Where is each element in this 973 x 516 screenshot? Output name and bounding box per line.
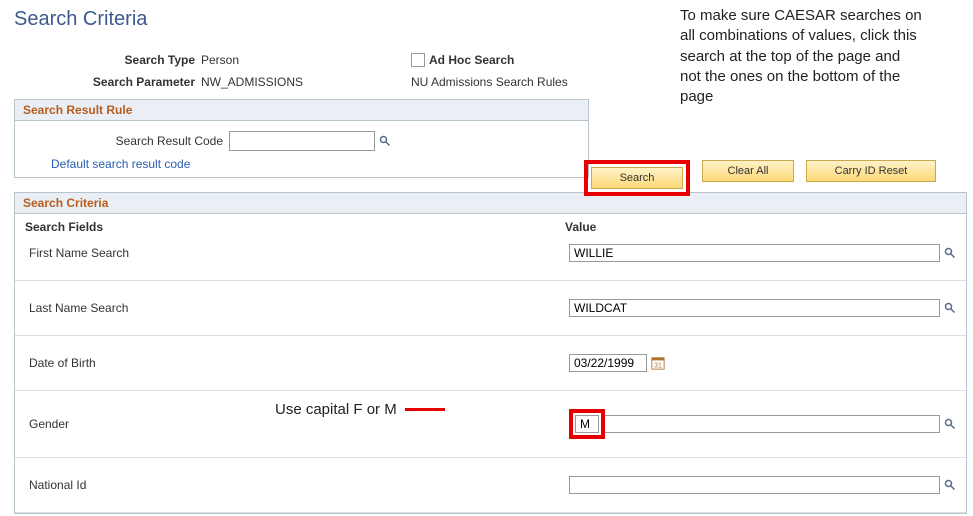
annotation-top: To make sure CAESAR searches on all comb… bbox=[680, 6, 925, 107]
search-rules-text: NU Admissions Search Rules bbox=[411, 75, 568, 89]
svg-text:31: 31 bbox=[654, 362, 662, 369]
search-parameter-value: NW_ADMISSIONS bbox=[201, 75, 411, 89]
col-header-value: Value bbox=[565, 220, 956, 234]
annotation-gender: Use capital F or M bbox=[275, 401, 451, 418]
lookup-icon[interactable] bbox=[944, 302, 956, 314]
gender-input[interactable] bbox=[575, 415, 599, 433]
lookup-icon[interactable] bbox=[944, 247, 956, 259]
row-last-name: Last Name Search bbox=[15, 281, 966, 336]
row-gender: Gender Use capital F or M bbox=[15, 391, 966, 458]
dob-label: Date of Birth bbox=[25, 356, 569, 370]
default-search-result-code-link[interactable]: Default search result code bbox=[51, 157, 190, 171]
row-dob: Date of Birth 31 bbox=[15, 336, 966, 391]
arrow-line-icon bbox=[405, 408, 445, 411]
national-id-input[interactable] bbox=[569, 476, 940, 494]
top-button-bar: Search Clear All Carry ID Reset bbox=[584, 160, 936, 196]
national-id-label: National Id bbox=[25, 478, 569, 492]
calendar-icon[interactable]: 31 bbox=[651, 356, 665, 370]
gender-input-highlight bbox=[569, 409, 605, 439]
gender-input-remainder[interactable] bbox=[605, 415, 940, 433]
first-name-input[interactable] bbox=[569, 244, 940, 262]
search-type-label: Search Type bbox=[0, 53, 201, 67]
row-national-id: National Id bbox=[15, 458, 966, 513]
dob-input[interactable] bbox=[569, 354, 647, 372]
search-criteria-header: Search Criteria bbox=[15, 193, 966, 214]
lookup-icon[interactable] bbox=[944, 418, 956, 430]
search-result-code-label: Search Result Code bbox=[23, 134, 229, 148]
ad-hoc-checkbox[interactable] bbox=[411, 53, 425, 67]
last-name-input[interactable] bbox=[569, 299, 940, 317]
lookup-icon[interactable] bbox=[944, 479, 956, 491]
first-name-label: First Name Search bbox=[25, 246, 569, 260]
gender-note-text: Use capital F or M bbox=[275, 401, 397, 418]
search-result-rule-box: Search Result Rule Search Result Code De… bbox=[14, 99, 589, 178]
search-type-value: Person bbox=[201, 53, 411, 67]
search-result-rule-header: Search Result Rule bbox=[15, 100, 588, 121]
lookup-icon[interactable] bbox=[379, 135, 391, 147]
search-criteria-box: Search Criteria Search Fields Value Firs… bbox=[14, 192, 967, 514]
search-button[interactable]: Search bbox=[591, 167, 683, 189]
clear-all-button[interactable]: Clear All bbox=[702, 160, 794, 182]
col-header-fields: Search Fields bbox=[25, 220, 565, 234]
search-result-code-input[interactable] bbox=[229, 131, 375, 151]
search-parameter-label: Search Parameter bbox=[0, 75, 201, 89]
carry-id-reset-button[interactable]: Carry ID Reset bbox=[806, 160, 936, 182]
last-name-label: Last Name Search bbox=[25, 301, 569, 315]
row-first-name: First Name Search bbox=[15, 238, 966, 281]
search-button-highlight: Search bbox=[584, 160, 690, 196]
gender-label: Gender bbox=[25, 417, 569, 431]
ad-hoc-label: Ad Hoc Search bbox=[429, 53, 514, 67]
